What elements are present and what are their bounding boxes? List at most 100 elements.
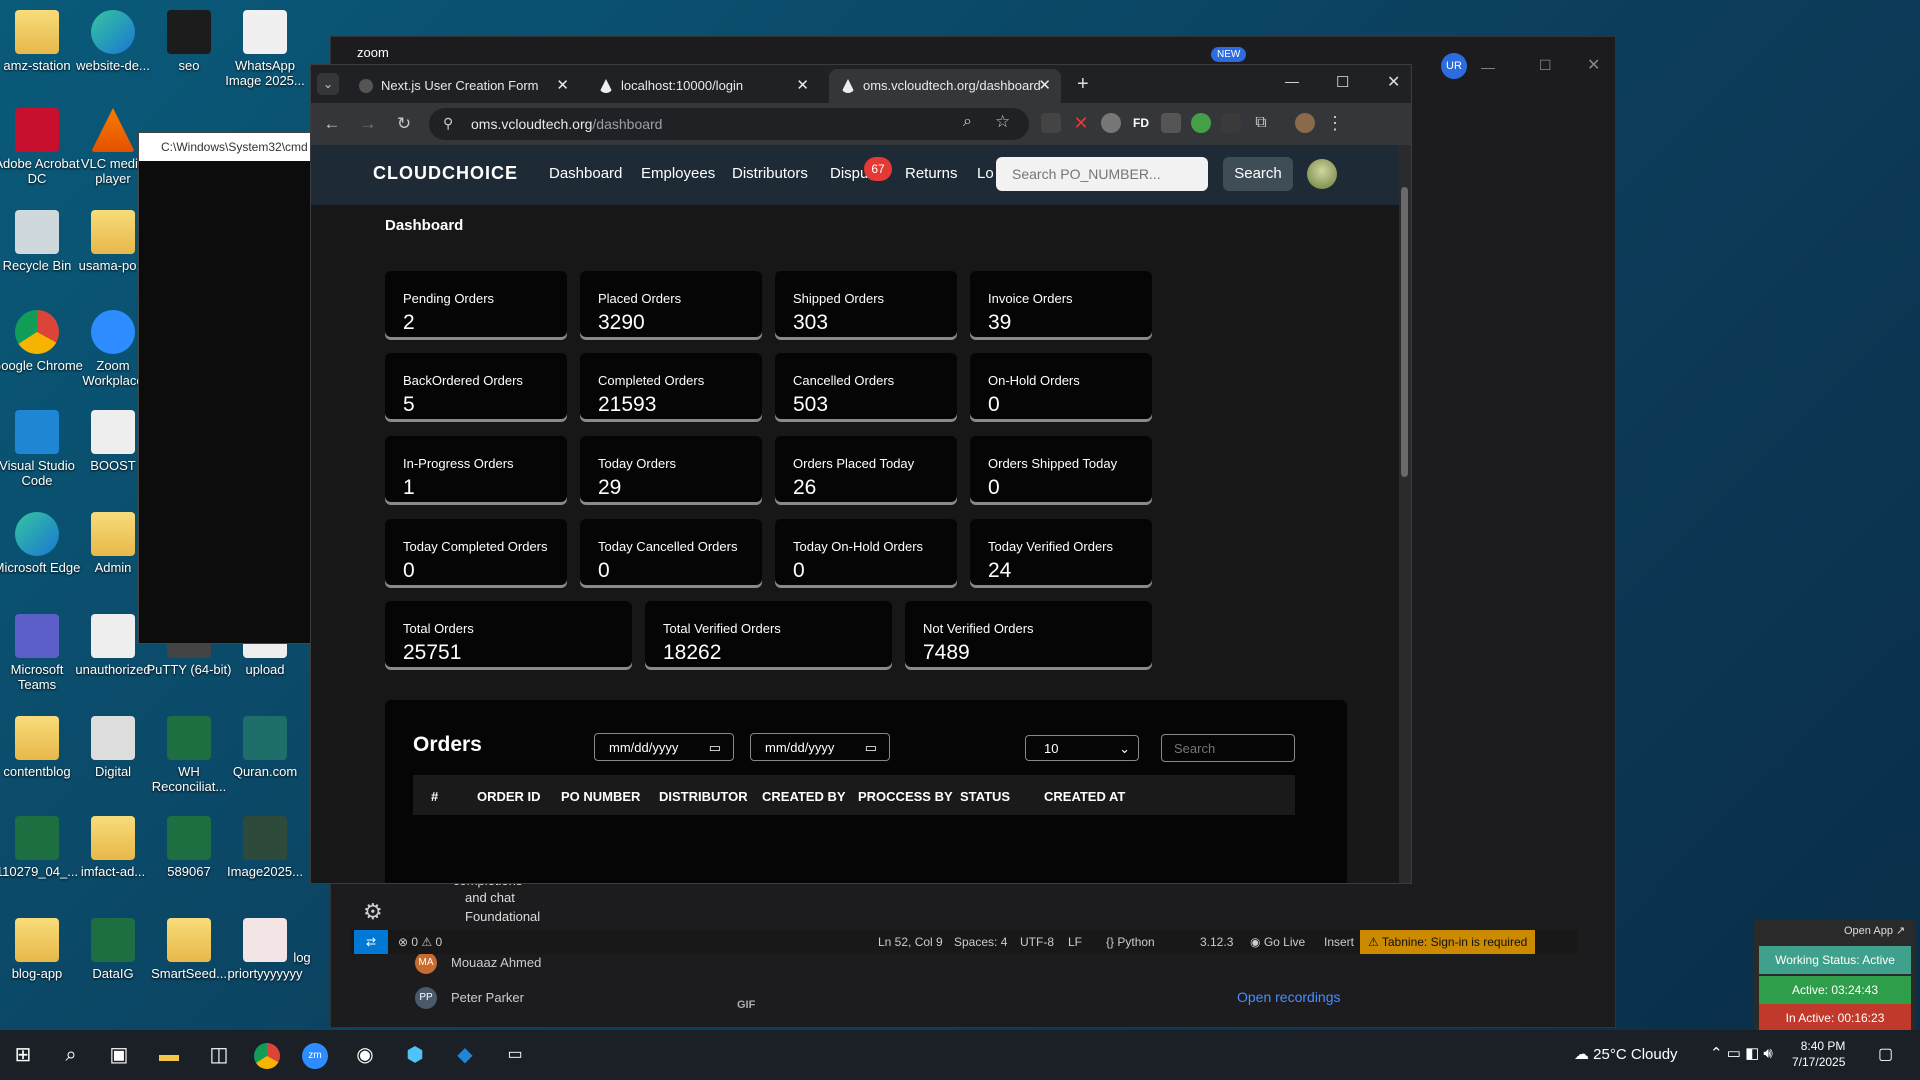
column-header[interactable]: CREATED AT [1044, 789, 1125, 804]
column-header[interactable]: ORDER ID [477, 789, 541, 804]
search-button[interactable]: Search [1223, 157, 1293, 191]
nav-distributors[interactable]: Distributors [732, 165, 808, 182]
close-icon[interactable]: ✕ [1587, 55, 1600, 75]
bookmark-star-icon[interactable]: ☆ [995, 112, 1010, 132]
cursor-position[interactable]: Ln 52, Col 9 [878, 935, 943, 949]
po-number-search-input[interactable] [996, 157, 1208, 191]
tab-search-icon[interactable]: ⌄ [317, 73, 339, 95]
green-extension-icon[interactable] [1191, 113, 1211, 133]
chrome-menu-icon[interactable]: ⋮ [1325, 113, 1345, 133]
back-icon[interactable]: ← [319, 111, 345, 137]
notification-icon[interactable]: ▢ [1878, 1044, 1893, 1064]
indentation[interactable]: Spaces: 4 [954, 935, 1007, 949]
problems-indicator[interactable]: ⊗ 0 ⚠ 0 [398, 935, 442, 949]
open-app-link[interactable]: Open App ↗ [1844, 924, 1905, 937]
tab-localhost-login[interactable]: localhost:10000/login ✕ [587, 69, 819, 103]
clock[interactable]: 8:40 PM 7/17/2025 [1792, 1038, 1845, 1070]
app-logo[interactable]: CLOUDCHOICE [373, 163, 518, 184]
image-extension-icon[interactable] [1161, 113, 1181, 133]
desktop-icon-quran[interactable]: Quran.com [218, 716, 312, 779]
address-bar[interactable]: ⚲ oms.vcloudtech.org/dashboard ⌕ ☆ [429, 108, 1029, 140]
column-header[interactable]: PO NUMBER [561, 789, 640, 804]
reload-icon[interactable]: ↻ [391, 111, 417, 137]
new-tab-button[interactable]: + [1077, 73, 1089, 96]
close-icon[interactable]: ✕ [556, 76, 569, 94]
column-header[interactable]: STATUS [960, 789, 1010, 804]
avatar[interactable] [1307, 159, 1337, 189]
settings-icon[interactable]: ⚙ [363, 899, 393, 929]
extensions-puzzle-icon[interactable]: ⧉ [1251, 113, 1271, 133]
chrome-window[interactable]: ⌄ Next.js User Creation Form ✕ localhost… [310, 64, 1412, 884]
python-version[interactable]: 3.12.3 [1200, 935, 1233, 949]
close-icon[interactable]: ✕ [1038, 76, 1051, 94]
nav-dashboard[interactable]: Dashboard [549, 165, 622, 182]
app-taskbar-icon[interactable]: ⬢ [400, 1041, 430, 1069]
cast-extension-icon[interactable] [1221, 113, 1241, 133]
column-header[interactable]: DISTRIBUTOR [659, 789, 748, 804]
participant-name[interactable]: Peter Parker [451, 990, 524, 1005]
store-icon[interactable]: ◫ [204, 1041, 234, 1069]
calendar-icon[interactable]: ▭ [709, 734, 721, 762]
language-mode[interactable]: {} Python [1106, 935, 1155, 949]
desktop-icon-image2025[interactable]: Image2025... [218, 816, 312, 879]
stat-value: 0 [988, 393, 1000, 416]
tab-nextjs-form[interactable]: Next.js User Creation Form ✕ [347, 69, 579, 103]
nav-employees[interactable]: Employees [641, 165, 715, 182]
column-header[interactable]: PROCCESS BY [858, 789, 953, 804]
terminal-taskbar-icon[interactable]: ▭ [500, 1041, 530, 1069]
calendar-icon[interactable]: ▭ [865, 734, 877, 762]
gif-button[interactable]: GIF [737, 999, 755, 1011]
tab-oms-dashboard[interactable]: oms.vcloudtech.org/dashboard ✕ [829, 69, 1061, 103]
date-from-input[interactable]: mm/dd/yyyy ▭ [594, 733, 734, 761]
start-windows-icon[interactable]: ⊞ [8, 1041, 38, 1069]
tabnine-status[interactable]: ⚠ Tabnine: Sign-in is required [1360, 930, 1536, 954]
close-icon[interactable]: ✕ [1387, 72, 1400, 92]
desktop-icon-log[interactable]: log [282, 950, 322, 965]
zoom-taskbar-icon[interactable]: zm [302, 1043, 328, 1069]
close-icon[interactable]: ✕ [796, 76, 809, 94]
vscode-taskbar-icon[interactable]: ◆ [450, 1041, 480, 1069]
weather[interactable]: ☁ 25°C Cloudy [1574, 1045, 1678, 1063]
open-recordings-link[interactable]: Open recordings [1237, 989, 1341, 1005]
date-to-input[interactable]: mm/dd/yyyy ▭ [750, 733, 890, 761]
stat-card: Orders Shipped Today 0 [970, 436, 1152, 502]
minimize-icon[interactable]: — [1285, 73, 1299, 89]
search-icon[interactable]: ⌕ [56, 1041, 86, 1069]
stat-value: 7489 [923, 641, 970, 664]
nav-disputes[interactable]: Dispu [830, 165, 868, 182]
globe-extension-icon[interactable] [1101, 113, 1121, 133]
go-live[interactable]: ◉ Go Live [1250, 935, 1305, 949]
maximize-icon[interactable]: ☐ [1539, 57, 1552, 74]
url-text[interactable]: oms.vcloudtech.org/dashboard [471, 116, 662, 132]
page-scrollbar[interactable] [1399, 145, 1411, 883]
page-size-select[interactable]: 10 ⌄ [1025, 735, 1139, 761]
folder-icon [15, 716, 59, 760]
zoom-avatar[interactable]: UR [1441, 53, 1467, 79]
maximize-icon[interactable]: ☐ [1336, 73, 1349, 91]
orders-search-input[interactable] [1161, 734, 1295, 762]
nav-logs[interactable]: Lo [977, 165, 994, 182]
desktop-icon-whatsapp-image[interactable]: WhatsApp Image 2025... [218, 10, 312, 88]
tray-icons[interactable]: ⌃ ▭ ◧ 🔊︎ [1710, 1044, 1773, 1062]
remote-icon[interactable]: ⇄ [354, 930, 388, 954]
minimize-icon[interactable]: — [1481, 59, 1495, 75]
task-view-icon[interactable]: ▣ [104, 1041, 134, 1069]
document-icon [91, 410, 135, 454]
participant-name[interactable]: Mouaaz Ahmed [451, 955, 541, 970]
extension-icon[interactable] [1041, 113, 1061, 133]
nav-returns[interactable]: Returns [905, 165, 958, 182]
eol[interactable]: LF [1068, 935, 1082, 949]
zoom-lens-icon[interactable]: ⌕ [963, 113, 972, 131]
column-header[interactable]: CREATED BY [762, 789, 846, 804]
file-explorer-icon[interactable]: ▬ [154, 1041, 184, 1069]
forward-icon[interactable]: → [355, 111, 381, 137]
fd-extension-icon[interactable]: FD [1131, 113, 1151, 133]
site-info-icon[interactable]: ⚲ [443, 115, 453, 132]
scrollbar-thumb[interactable] [1401, 187, 1408, 477]
extension-x-icon[interactable]: ✕ [1071, 113, 1091, 133]
app-taskbar-icon[interactable]: ◉ [350, 1041, 380, 1069]
encoding[interactable]: UTF-8 [1020, 935, 1054, 949]
column-header[interactable]: # [431, 789, 438, 804]
chrome-taskbar-icon[interactable] [254, 1043, 280, 1069]
profile-avatar[interactable] [1295, 113, 1315, 133]
